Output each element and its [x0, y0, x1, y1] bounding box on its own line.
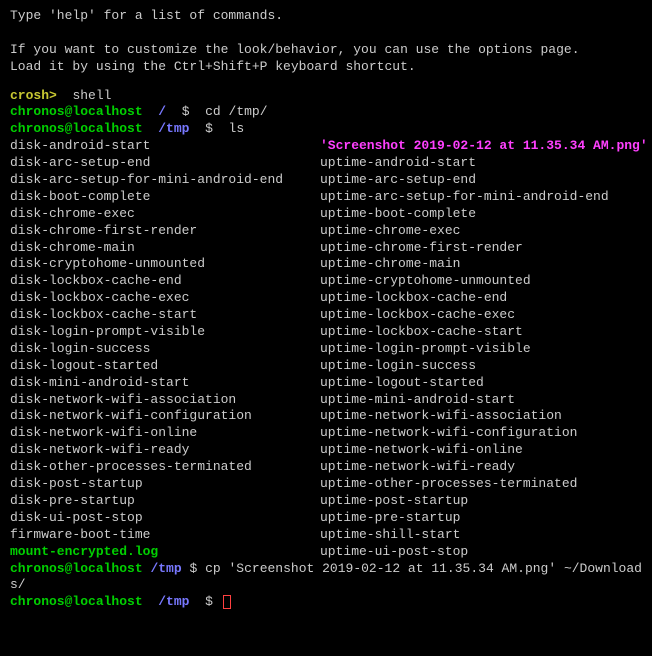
- list-item: disk-login-success: [10, 341, 320, 358]
- list-item: uptime-cryptohome-unmounted: [320, 273, 648, 290]
- list-item: disk-chrome-first-render: [10, 223, 320, 240]
- list-item: uptime-login-success: [320, 358, 648, 375]
- list-item: 'Screenshot 2019-02-12 at 11.35.34 AM.pn…: [320, 138, 648, 155]
- user-host: chronos@localhost: [10, 561, 143, 576]
- list-item: uptime-post-startup: [320, 493, 648, 510]
- prompt-symbol: $: [189, 561, 197, 576]
- prompt-cd: chronos@localhost / $ cd /tmp/: [10, 104, 642, 121]
- list-item: uptime-android-start: [320, 155, 648, 172]
- prompt-symbol: $: [205, 594, 213, 609]
- user-host: chronos@localhost: [10, 104, 143, 119]
- prompt-ls: chronos@localhost /tmp $ ls: [10, 121, 642, 138]
- list-item: disk-cryptohome-unmounted: [10, 256, 320, 273]
- list-item: uptime-arc-setup-for-mini-android-end: [320, 189, 648, 206]
- list-item: uptime-chrome-main: [320, 256, 648, 273]
- list-item: uptime-boot-complete: [320, 206, 648, 223]
- list-item: uptime-other-processes-terminated: [320, 476, 648, 493]
- intro-line-2: If you want to customize the look/behavi…: [10, 42, 642, 59]
- path: /tmp: [150, 561, 181, 576]
- path: /tmp: [158, 594, 189, 609]
- list-item: disk-lockbox-cache-end: [10, 273, 320, 290]
- list-item: uptime-lockbox-cache-exec: [320, 307, 648, 324]
- ls-output: disk-android-start'Screenshot 2019-02-12…: [10, 138, 642, 560]
- list-item: uptime-network-wifi-online: [320, 442, 648, 459]
- crosh-line: crosh> shell: [10, 88, 642, 105]
- list-item: mount-encrypted.log: [10, 544, 320, 561]
- list-item: uptime-network-wifi-configuration: [320, 425, 648, 442]
- list-item: disk-network-wifi-ready: [10, 442, 320, 459]
- list-item: uptime-lockbox-cache-start: [320, 324, 648, 341]
- list-item: disk-arc-setup-for-mini-android-end: [10, 172, 320, 189]
- prompt-symbol: $: [205, 121, 213, 136]
- list-item: disk-ui-post-stop: [10, 510, 320, 527]
- list-item: disk-lockbox-cache-start: [10, 307, 320, 324]
- path: /tmp: [158, 121, 189, 136]
- list-item: uptime-network-wifi-association: [320, 408, 648, 425]
- list-item: uptime-lockbox-cache-end: [320, 290, 648, 307]
- list-item: disk-chrome-main: [10, 240, 320, 257]
- crosh-command: shell: [72, 88, 111, 103]
- list-item: disk-login-prompt-visible: [10, 324, 320, 341]
- list-item: disk-network-wifi-configuration: [10, 408, 320, 425]
- list-item: disk-mini-android-start: [10, 375, 320, 392]
- list-item: disk-android-start: [10, 138, 320, 155]
- user-host: chronos@localhost: [10, 594, 143, 609]
- cursor[interactable]: [223, 595, 231, 609]
- list-item: disk-chrome-exec: [10, 206, 320, 223]
- list-item: uptime-logout-started: [320, 375, 648, 392]
- crosh-prompt: crosh>: [10, 88, 57, 103]
- user-host: chronos@localhost: [10, 121, 143, 136]
- list-item: disk-pre-startup: [10, 493, 320, 510]
- cd-command: cd /tmp/: [205, 104, 267, 119]
- intro-line-1: Type 'help' for a list of commands.: [10, 8, 642, 25]
- list-item: uptime-shill-start: [320, 527, 648, 544]
- prompt-symbol: $: [182, 104, 190, 119]
- intro-line-3: Load it by using the Ctrl+Shift+P keyboa…: [10, 59, 642, 76]
- list-item: uptime-chrome-first-render: [320, 240, 648, 257]
- list-item: disk-network-wifi-association: [10, 392, 320, 409]
- ls-command: ls: [229, 121, 245, 136]
- list-item: disk-logout-started: [10, 358, 320, 375]
- list-item: uptime-ui-post-stop: [320, 544, 648, 561]
- list-item: disk-boot-complete: [10, 189, 320, 206]
- prompt-cp: chronos@localhost /tmp $ cp 'Screenshot …: [10, 561, 642, 595]
- list-item: uptime-mini-android-start: [320, 392, 648, 409]
- list-item: firmware-boot-time: [10, 527, 320, 544]
- list-item: disk-lockbox-cache-exec: [10, 290, 320, 307]
- list-item: uptime-arc-setup-end: [320, 172, 648, 189]
- list-item: uptime-network-wifi-ready: [320, 459, 648, 476]
- list-item: uptime-pre-startup: [320, 510, 648, 527]
- help-intro: Type 'help' for a list of commands. If y…: [10, 8, 642, 76]
- list-item: disk-arc-setup-end: [10, 155, 320, 172]
- list-item: uptime-login-prompt-visible: [320, 341, 648, 358]
- path: /: [158, 104, 166, 119]
- list-item: disk-network-wifi-online: [10, 425, 320, 442]
- prompt-active[interactable]: chronos@localhost /tmp $: [10, 594, 642, 611]
- list-item: disk-post-startup: [10, 476, 320, 493]
- list-item: uptime-chrome-exec: [320, 223, 648, 240]
- list-item: disk-other-processes-terminated: [10, 459, 320, 476]
